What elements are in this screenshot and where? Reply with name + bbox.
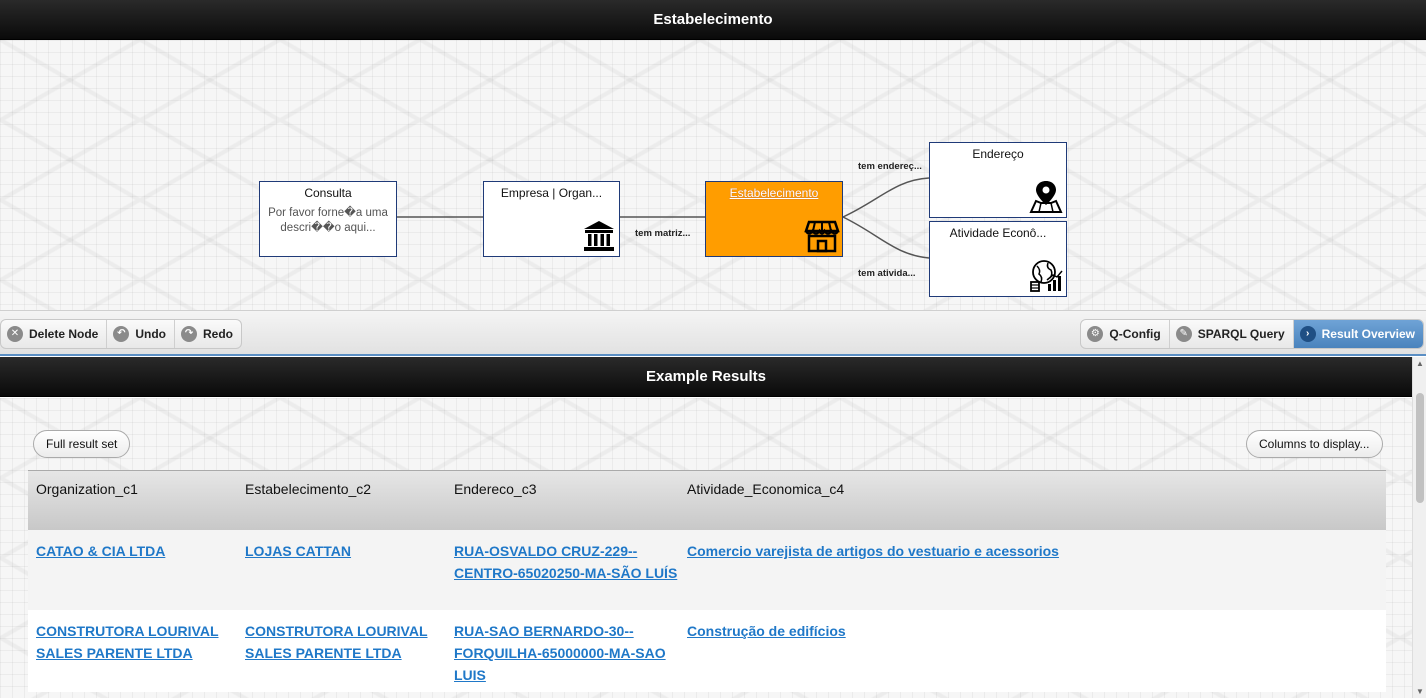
delete-node-button[interactable]: ✕ Delete Node (1, 320, 108, 348)
scroll-down-arrow-icon[interactable]: ▼ (1416, 687, 1424, 696)
edge-estabelecimento-atividade[interactable] (842, 216, 930, 259)
scroll-up-arrow-icon[interactable]: ▲ (1416, 359, 1424, 368)
undo-button[interactable]: ↶ Undo (107, 320, 176, 348)
results-title: Example Results (645, 368, 767, 385)
table-row: CONSTRUTORA LOURIVAL SALES PARENTE LTDA … (28, 610, 1386, 692)
edge-label-tem-matriz: tem matriz... (635, 228, 691, 239)
table-cell: Comercio varejista de artigos do vestuar… (679, 540, 1386, 610)
table-cell: RUA-SAO BERNARDO-30--FORQUILHA-65000000-… (446, 620, 679, 692)
column-header-organization[interactable]: Organization_c1 (28, 471, 237, 530)
table-cell: RUA-OSVALDO CRUZ-229--CENTRO-65020250-MA… (446, 540, 679, 610)
q-config-label: Q-Config (1109, 327, 1161, 341)
results-header: Example Results (0, 357, 1412, 397)
node-empresa[interactable]: Empresa | Organ... (483, 181, 620, 257)
full-result-set-label: Full result set (46, 437, 118, 451)
edge-label-tem-atividade: tem ativida... (858, 268, 916, 279)
column-header-estabelecimento[interactable]: Estabelecimento_c2 (237, 471, 446, 530)
atividade-link[interactable]: Comercio varejista de artigos do vestuar… (687, 543, 1059, 559)
edit-button-group: ✕ Delete Node ↶ Undo ↷ Redo (0, 319, 243, 349)
node-atividade[interactable]: Atividade Econô... (929, 221, 1067, 297)
undo-label: Undo (135, 327, 167, 341)
organization-link[interactable]: CATAO & CIA LTDA (36, 543, 165, 559)
redo-label: Redo (203, 327, 234, 341)
table-cell: CONSTRUTORA LOURIVAL SALES PARENTE LTDA (237, 620, 446, 692)
graph-title: Estabelecimento (653, 11, 773, 28)
column-header-endereco[interactable]: Endereco_c3 (446, 471, 679, 530)
sparql-query-label: SPARQL Query (1197, 327, 1285, 341)
bank-icon (584, 221, 614, 251)
node-description: Por favor forne�a uma descri��o aqui... (268, 207, 388, 234)
atividade-link[interactable]: Construção de edifícios (687, 623, 846, 639)
redo-button[interactable]: ↷ Redo (175, 320, 241, 348)
query-graph-canvas[interactable]: Consulta Por favor forne�a uma descri��o… (0, 40, 1426, 310)
node-estabelecimento[interactable]: Estabelecimento (705, 181, 843, 257)
graph-header: Estabelecimento (0, 0, 1426, 40)
node-endereco[interactable]: Endereço (929, 142, 1067, 218)
columns-to-display-button[interactable]: Columns to display... (1246, 430, 1383, 458)
result-overview-label: Result Overview (1321, 327, 1415, 341)
endereco-link[interactable]: RUA-OSVALDO CRUZ-229--CENTRO-65020250-MA… (454, 543, 677, 581)
organization-link[interactable]: CONSTRUTORA LOURIVAL SALES PARENTE LTDA (36, 623, 219, 661)
node-title: Atividade Econô... (949, 226, 1047, 240)
estabelecimento-link[interactable]: LOJAS CATTAN (245, 543, 351, 559)
results-panel: Full result set Columns to display... Or… (0, 398, 1412, 698)
pencil-icon: ✎ (1175, 326, 1192, 342)
economy-globe-icon (1030, 260, 1063, 292)
node-title: Estabelecimento (729, 186, 819, 200)
node-title: Endereço (972, 147, 1024, 161)
graph-toolbar: ✕ Delete Node ↶ Undo ↷ Redo ⚙ Q-Config ✎… (0, 310, 1426, 356)
delete-node-label: Delete Node (29, 327, 99, 341)
edge-label-tem-endereco: tem endereç... (858, 161, 922, 172)
estabelecimento-link[interactable]: CONSTRUTORA LOURIVAL SALES PARENTE LTDA (245, 623, 428, 661)
close-circle-icon: ✕ (7, 326, 23, 342)
table-cell: LOJAS CATTAN (237, 540, 446, 610)
scrollbar-thumb[interactable] (1416, 393, 1424, 503)
column-header-atividade[interactable]: Atividade_Economica_c4 (679, 471, 1386, 530)
sparql-query-button[interactable]: ✎ SPARQL Query (1170, 320, 1294, 348)
gear-icon: ⚙ (1087, 326, 1104, 342)
graph-edges (397, 177, 930, 259)
view-button-group: ⚙ Q-Config ✎ SPARQL Query › Result Overv… (1080, 319, 1424, 349)
results-scrollbar[interactable]: ▲ ▼ (1412, 357, 1426, 698)
chevron-right-icon: › (1299, 326, 1316, 342)
table-header: Organization_c1 Estabelecimento_c2 Ender… (28, 470, 1386, 530)
result-overview-button[interactable]: › Result Overview (1293, 320, 1423, 348)
node-title: Empresa | Organ... (500, 186, 603, 200)
results-table: Organization_c1 Estabelecimento_c2 Ender… (28, 470, 1386, 692)
table-cell: CONSTRUTORA LOURIVAL SALES PARENTE LTDA (28, 620, 237, 692)
table-cell: Construção de edifícios (679, 620, 1386, 692)
redo-icon: ↷ (181, 326, 198, 342)
node-title: Consulta (304, 186, 352, 200)
q-config-button[interactable]: ⚙ Q-Config (1081, 320, 1170, 348)
node-consulta[interactable]: Consulta Por favor forne�a uma descri��o… (259, 181, 397, 257)
table-row: CATAO & CIA LTDA LOJAS CATTAN RUA-OSVALD… (28, 530, 1386, 610)
edge-estabelecimento-endereco[interactable] (842, 177, 930, 218)
full-result-set-button[interactable]: Full result set (33, 430, 131, 458)
columns-to-display-label: Columns to display... (1259, 437, 1370, 451)
table-cell: CATAO & CIA LTDA (28, 540, 237, 610)
undo-icon: ↶ (113, 326, 130, 342)
map-pin-icon (1029, 181, 1063, 213)
endereco-link[interactable]: RUA-SAO BERNARDO-30--FORQUILHA-65000000-… (454, 623, 666, 683)
store-icon (804, 220, 840, 253)
